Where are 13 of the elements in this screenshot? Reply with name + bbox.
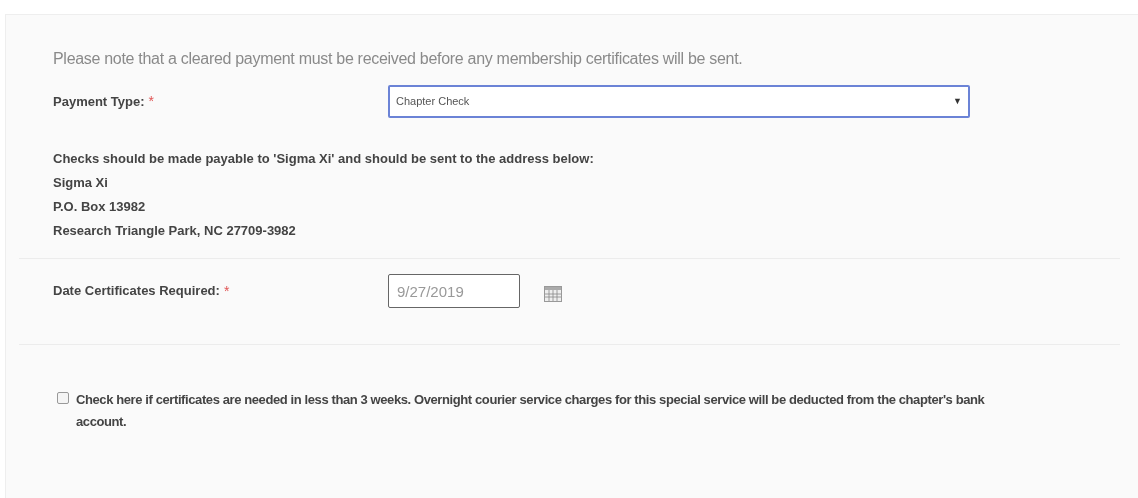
instruction-text: P.O. Box 13982 [53, 198, 147, 216]
calendar-icon[interactable] [544, 286, 562, 302]
rush-label: Check here if certificates are needed in less than 3 weeks. Overnight courier service charges for this special service will be deducted from the chapter's bank account. [76, 391, 986, 431]
rush-checkbox[interactable] [57, 392, 69, 404]
field-label: Payment Type: [53, 92, 145, 111]
instruction-text: Research Triangle Park, NC 27709-3982 [53, 222, 297, 240]
required-mark: * [148, 92, 154, 111]
field-label: Date Certificates Required: [53, 282, 220, 301]
payment-type-select[interactable]: Chapter Check ▼ [388, 85, 970, 118]
required-mark: * [223, 281, 230, 301]
notice-text: Please note that a cleared payment must be received before any membership certificates will be sent. [53, 49, 744, 69]
instruction-text: Checks should be made payable to 'Sigma Xi' and should be sent to the address below: [53, 150, 595, 168]
instruction-text: Sigma Xi [53, 174, 109, 192]
